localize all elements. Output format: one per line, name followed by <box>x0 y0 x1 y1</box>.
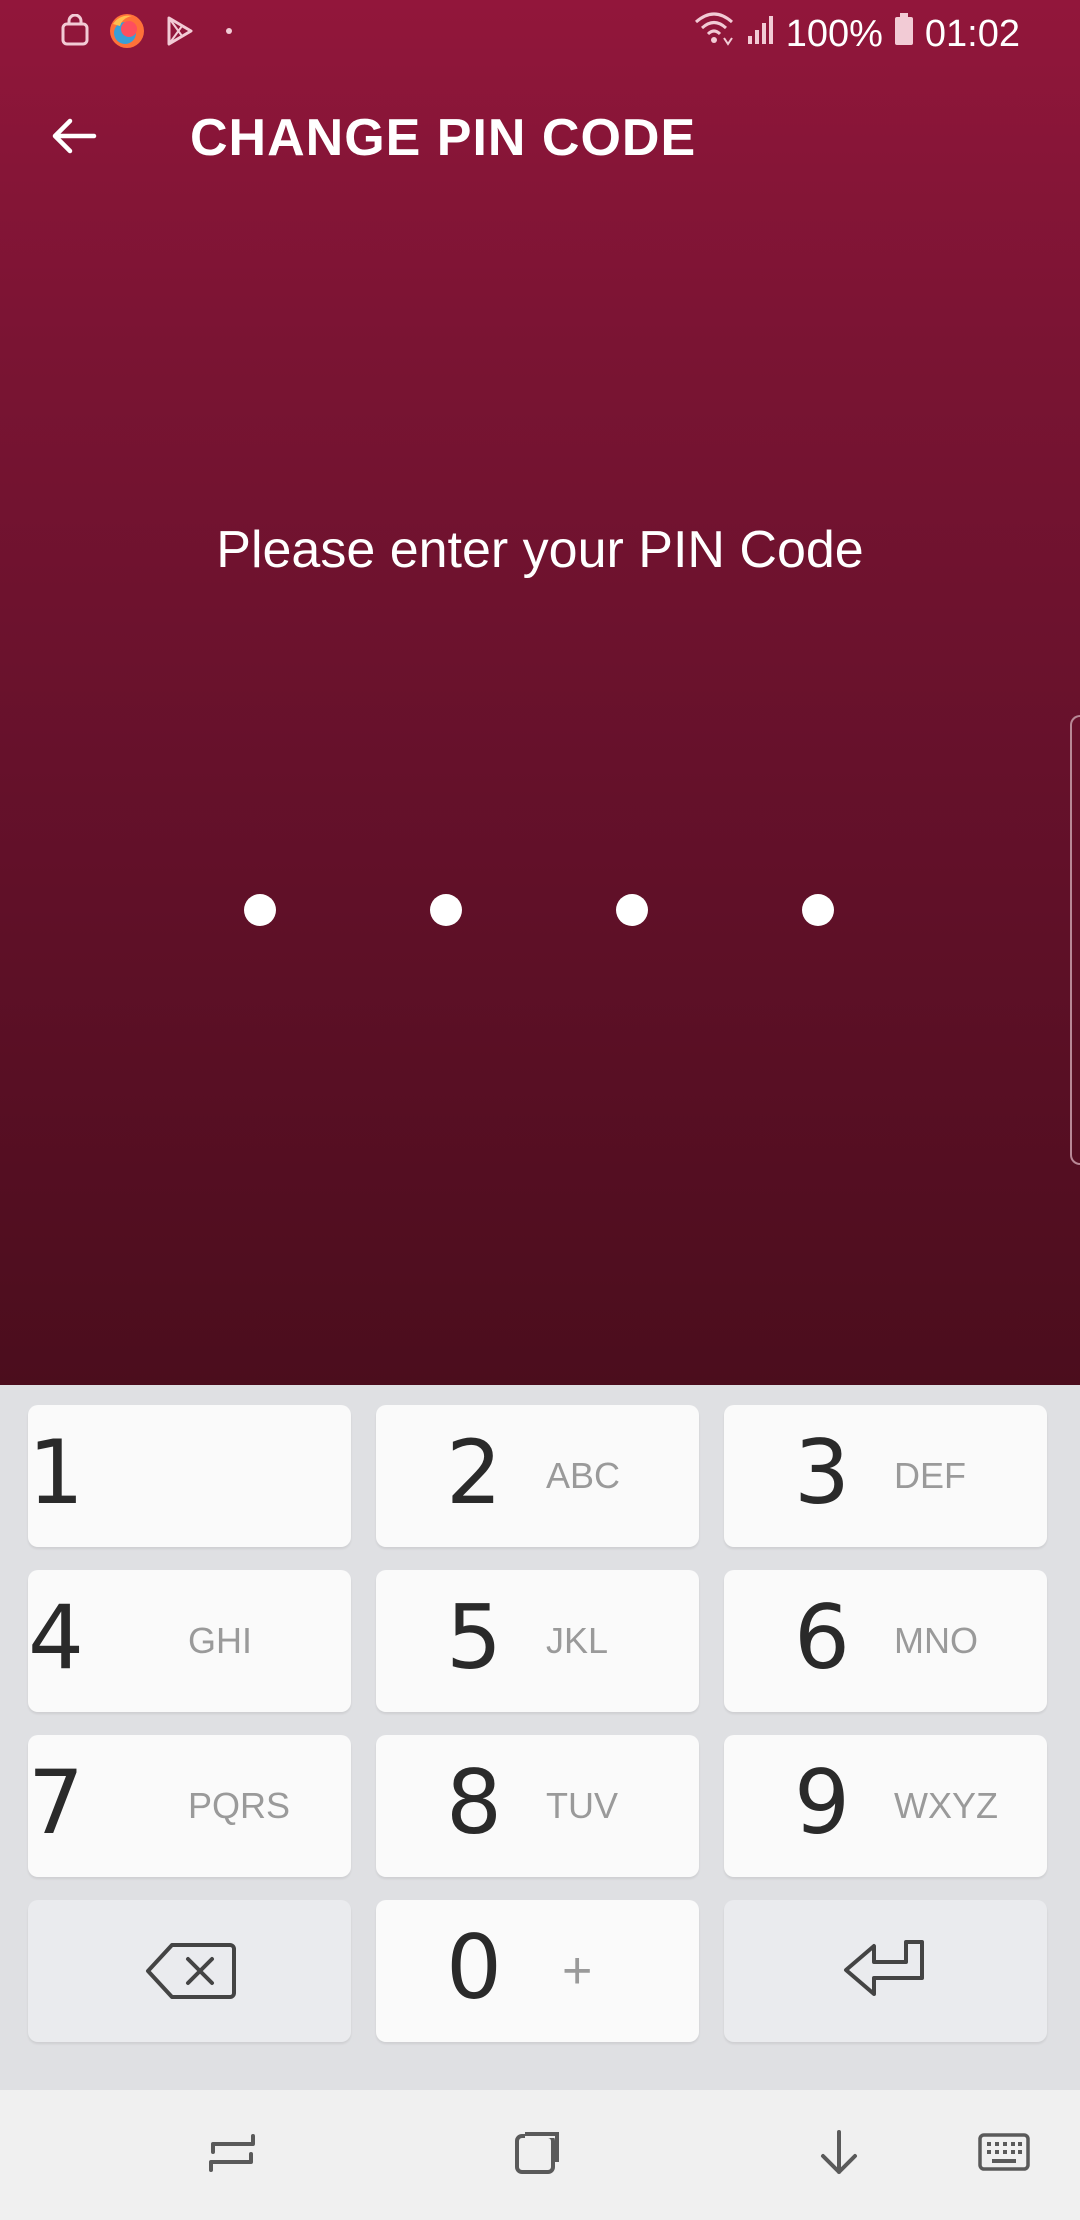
home-icon <box>511 2128 561 2183</box>
keyboard-icon <box>978 2131 1030 2180</box>
recent-apps-icon <box>207 2128 257 2183</box>
status-bar: 100% 01:02 <box>0 0 1080 64</box>
app-bar: CHANGE PIN CODE <box>0 80 1080 196</box>
dot-icon <box>226 28 232 34</box>
wifi-icon <box>692 8 736 60</box>
hide-keyboard-icon <box>815 2128 865 2183</box>
keyboard-switch-button[interactable] <box>964 2115 1044 2195</box>
edge-panel-handle[interactable] <box>1070 715 1080 1165</box>
signal-icon <box>746 10 776 58</box>
key-digit: 5 <box>446 1586 502 1689</box>
key-letters: MNO <box>894 1620 978 1661</box>
numeric-keypad: 1 2 ABC 3 DEF 4 GHI 5 JKL 6 MNO 7 PQRS 8… <box>0 1385 1080 2090</box>
key-letters: PQRS <box>188 1785 291 1826</box>
key-digit: 3 <box>794 1421 850 1524</box>
key-4[interactable]: 4 GHI <box>28 1570 351 1712</box>
key-plus: + <box>562 1942 593 2000</box>
hide-keyboard-button[interactable] <box>800 2115 880 2195</box>
key-letters: TUV <box>546 1785 618 1826</box>
key-digit: 2 <box>446 1421 502 1524</box>
key-digit: 1 <box>28 1421 84 1524</box>
key-letters: WXYZ <box>894 1785 998 1826</box>
enter-key[interactable] <box>724 1900 1047 2042</box>
key-3[interactable]: 3 DEF <box>724 1405 1047 1547</box>
key-digit: 7 <box>28 1751 84 1854</box>
battery-icon <box>893 10 915 58</box>
firefox-icon <box>108 12 146 50</box>
enter-icon <box>724 1900 1047 2042</box>
key-letters: DEF <box>894 1455 966 1496</box>
system-indicators: 100% 01:02 <box>692 8 1020 60</box>
pin-dot <box>244 894 276 926</box>
key-letters: JKL <box>546 1620 609 1661</box>
key-digit: 0 <box>446 1916 502 2019</box>
key-digit: 4 <box>28 1586 84 1689</box>
battery-level: 100% <box>785 13 883 55</box>
key-8[interactable]: 8 TUV <box>376 1735 699 1877</box>
pin-entry-panel: 100% 01:02 CHANGE PIN CODE Please enter … <box>0 0 1080 1385</box>
pin-dot <box>802 894 834 926</box>
play-store-icon <box>160 12 198 50</box>
key-letters: ABC <box>546 1455 621 1496</box>
key-digit: 6 <box>794 1586 850 1689</box>
backspace-icon <box>28 1900 351 2042</box>
pin-indicator <box>0 880 1080 940</box>
back-button[interactable] <box>40 104 108 172</box>
key-digit: 9 <box>794 1751 850 1854</box>
key-digit: 8 <box>446 1751 502 1854</box>
page-title: CHANGE PIN CODE <box>190 109 697 167</box>
key-letters: GHI <box>188 1620 253 1661</box>
backspace-key[interactable] <box>28 1900 351 2042</box>
key-1[interactable]: 1 <box>28 1405 351 1547</box>
key-9[interactable]: 9 WXYZ <box>724 1735 1047 1877</box>
key-5[interactable]: 5 JKL <box>376 1570 699 1712</box>
key-0[interactable]: 0 + <box>376 1900 699 2042</box>
key-7[interactable]: 7 PQRS <box>28 1735 351 1877</box>
notification-icons <box>56 12 232 50</box>
clock: 01:02 <box>924 13 1020 55</box>
shopping-bag-icon <box>56 12 94 50</box>
key-2[interactable]: 2 ABC <box>376 1405 699 1547</box>
recent-apps-button[interactable] <box>192 2115 272 2195</box>
navigation-bar <box>0 2090 1080 2220</box>
key-6[interactable]: 6 MNO <box>724 1570 1047 1712</box>
app-screen: 100% 01:02 CHANGE PIN CODE Please enter … <box>0 0 1080 2220</box>
pin-dot <box>430 894 462 926</box>
home-button[interactable] <box>496 2115 576 2195</box>
pin-dot <box>616 894 648 926</box>
pin-prompt: Please enter your PIN Code <box>216 521 864 579</box>
arrow-left-icon <box>50 116 98 161</box>
